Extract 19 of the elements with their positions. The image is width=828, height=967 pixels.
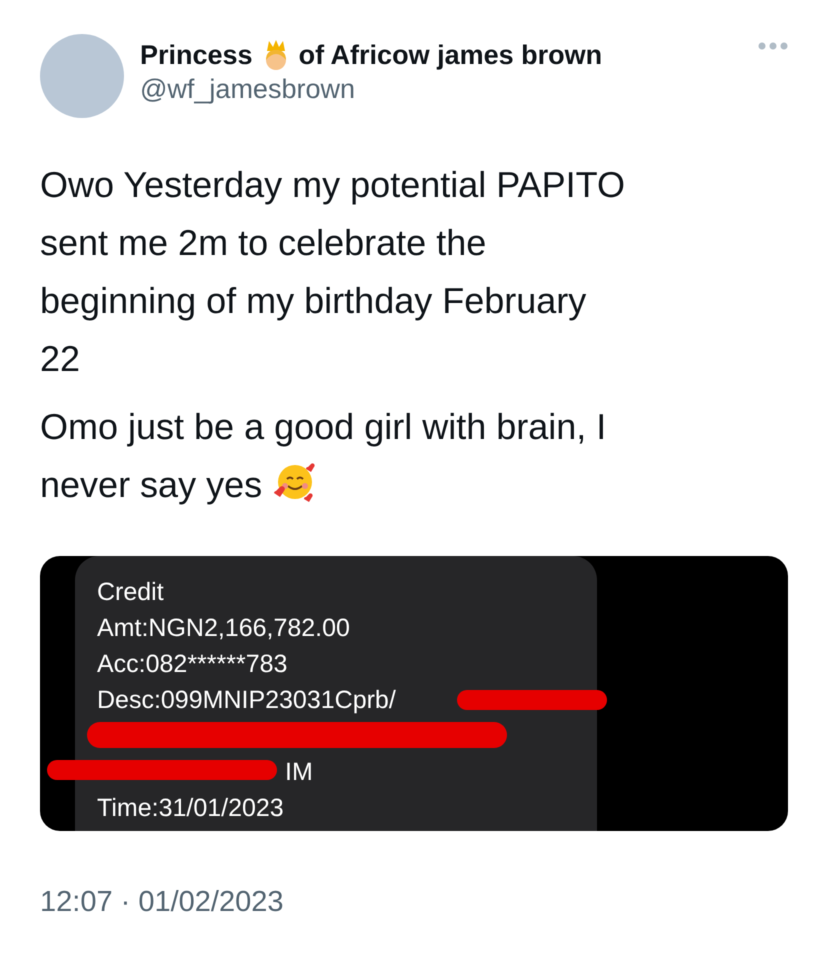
tweet-text-line: beginning of my birthday February xyxy=(40,280,586,321)
smiling-face-with-hearts-icon xyxy=(274,461,316,503)
more-options-icon[interactable] xyxy=(758,42,788,50)
sms-text-line: Time:31/01/2023 xyxy=(97,794,284,822)
tweet-timestamp: 12:07 · 01/02/2023 xyxy=(40,885,284,920)
tweet-text-line: 22 xyxy=(40,338,80,379)
sms-text-line: Acc:082******783 xyxy=(97,650,288,678)
tweet-text-line: never say yes xyxy=(40,464,262,505)
sms-text-line: IM xyxy=(285,758,313,786)
author-name[interactable]: of Africow james brown xyxy=(298,38,602,72)
author-handle[interactable]: @wf_jamesbrown xyxy=(140,72,742,106)
attached-screenshot[interactable]: Credit Amt:NGN2,166,782.00 Acc:082******783 Desc:099MNIP23031Cprb/ IM Time:31/01/2023 xyxy=(40,556,788,831)
tweet-text-line: sent me 2m to celebrate the xyxy=(40,222,486,263)
sms-text-line: Credit xyxy=(97,578,164,606)
tweet-text-line: Owo Yesterday my potential PAPITO xyxy=(40,164,625,205)
author-name[interactable]: Princess xyxy=(140,38,253,72)
sms-text-line: Desc:099MNIP23031Cprb/ xyxy=(97,686,396,714)
sms-text-line: Amt:NGN2,166,782.00 xyxy=(97,614,350,642)
tweet-text-line: Omo just be a good girl with brain, I xyxy=(40,406,606,447)
